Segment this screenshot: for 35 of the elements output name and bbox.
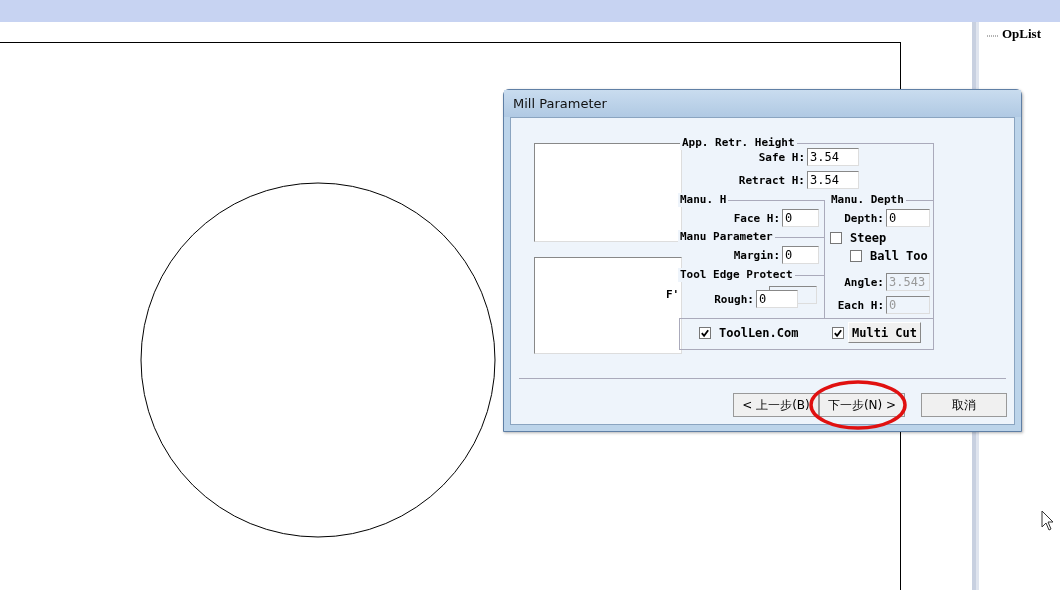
checkbox-label: ToolLen.Com [719,326,799,340]
checkbox-label: Ball Too [870,249,928,263]
dialog-button[interactable]: 下一步(N) > [819,393,905,417]
group-title: Manu Parameter [678,230,775,244]
field-label: Face H: [733,212,780,225]
group-title: App. Retr. Height [680,136,797,150]
input-field[interactable]: 0 [756,290,798,308]
group-title: Manu. H [678,193,729,207]
dialog-title: Mill Parameter [513,96,607,111]
dialog-button[interactable]: < 上一步(B) [733,393,819,417]
tree-item[interactable]: OpList [1002,26,1041,42]
group-title: Manu. Depth [829,193,906,207]
input-field[interactable]: 3.54 [807,171,859,189]
input-field[interactable]: 3.54 [807,148,859,166]
checkbox[interactable] [830,232,842,244]
input-field[interactable]: 0 [782,246,819,264]
field-label: Margin: [733,249,780,262]
field-label: Depth: [844,212,884,225]
group-title: Tool Edge Protect [678,268,795,282]
multi-cut-button[interactable]: Multi Cut [848,322,922,343]
field-label: Angle: [844,276,884,289]
input-field[interactable]: 0 [886,209,930,227]
tree-line-icon [987,35,999,37]
field-label: Retract H: [738,174,805,187]
field-label: Each H: [837,299,884,312]
dialog-button[interactable]: 取消 [921,393,1007,417]
field-label: Rough: [714,293,754,306]
checkbox-label: Steep [850,231,887,245]
field-label: F' [666,288,680,301]
checkbox[interactable] [699,327,711,339]
field-label: Safe H: [758,151,805,164]
checkbox[interactable] [832,327,844,339]
input-field[interactable]: 0 [782,209,819,227]
checkbox[interactable] [850,250,862,262]
cursor-icon [1041,510,1055,532]
